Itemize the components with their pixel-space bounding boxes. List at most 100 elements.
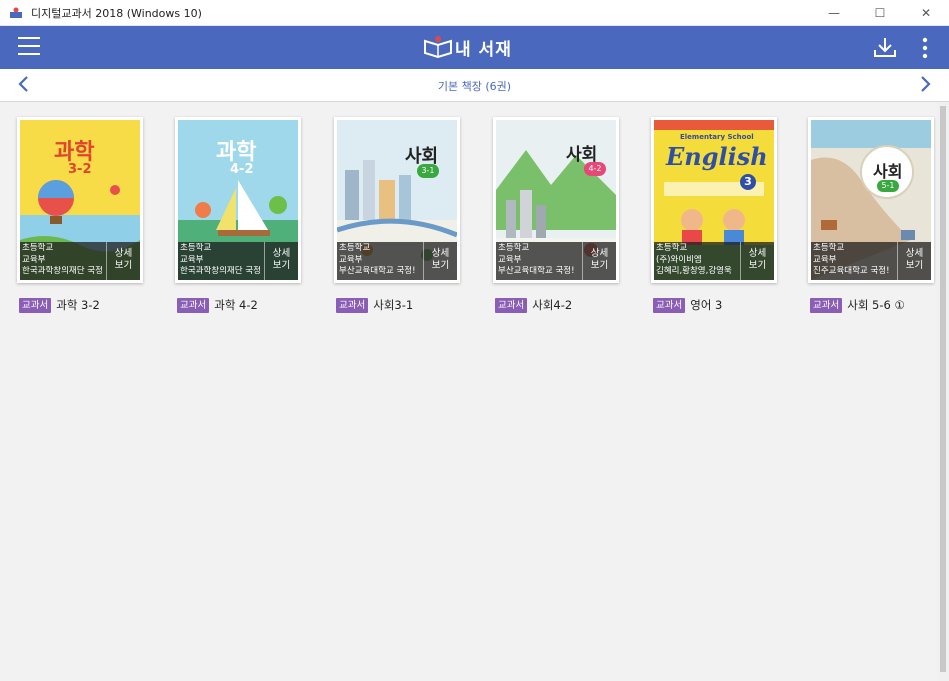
book-author: 부산교육대학교 국정!: [498, 266, 575, 276]
book-name: 사회3-1: [373, 298, 414, 312]
book-author: 진주교육대학교 국정!: [813, 266, 890, 276]
more-vertical-icon[interactable]: [921, 37, 929, 59]
detail-view-button[interactable]: 상세 보기: [740, 242, 774, 280]
book-meta: 초등학교 (주)와이비엠 김혜리,황창영,강영욱: [656, 243, 740, 278]
detail-label-2: 보기: [272, 260, 291, 271]
minimize-button[interactable]: —: [811, 0, 857, 26]
book-label[interactable]: 교과서 영어 3: [651, 297, 781, 313]
detail-label-2: 보기: [431, 260, 450, 271]
book-item[interactable]: 사회 5-1 초등학교 교육부 진주교육대학교 국정! 상세 보기 교과서 사회: [808, 117, 938, 313]
cover-grade: 4-2: [584, 162, 606, 176]
book-author: 한국과학창의재단 국정: [22, 266, 103, 276]
detail-label-1: 상세: [590, 248, 609, 259]
book-cover[interactable]: 사회 3-1 초등학교 교육부 부산교육대학교 국정! 상세 보기: [334, 117, 460, 283]
book-school: 초등학교: [813, 243, 845, 253]
book-item[interactable]: Elementary School English 3 초등학교 (주)와이비엠…: [651, 117, 781, 313]
detail-view-button[interactable]: 상세 보기: [423, 242, 457, 280]
window-controls: — ☐ ✕: [811, 0, 949, 26]
detail-label-1: 상세: [114, 248, 133, 259]
book-school: 초등학교: [656, 243, 688, 253]
book-info-overlay: 초등학교 교육부 한국과학창의재단 국정 상세 보기: [20, 242, 140, 280]
book-school: 초등학교: [498, 243, 530, 253]
book-publisher: (주)와이비엠: [656, 254, 702, 265]
book-school: 초등학교: [22, 243, 54, 253]
textbook-badge: 교과서: [653, 297, 686, 313]
textbook-badge: 교과서: [810, 297, 843, 313]
book-publisher: 교육부: [813, 254, 837, 265]
detail-label-1: 상세: [431, 248, 450, 259]
textbook-badge: 교과서: [177, 297, 210, 313]
app-logo-icon: [10, 7, 22, 18]
detail-label-1: 상세: [272, 248, 291, 259]
book-name: 과학 3-2: [56, 298, 100, 312]
book-cover[interactable]: 사회 5-1 초등학교 교육부 진주교육대학교 국정! 상세 보기: [808, 117, 934, 283]
detail-view-button[interactable]: 상세 보기: [897, 242, 931, 280]
book-meta: 초등학교 교육부 한국과학창의재단 국정: [180, 243, 264, 278]
cover-subtitle: Elementary School: [680, 133, 754, 141]
book-label[interactable]: 교과서 사회3-1: [334, 297, 464, 313]
page-title: 내 서재: [455, 40, 512, 60]
book-info-overlay: 초등학교 교육부 진주교육대학교 국정! 상세 보기: [811, 242, 931, 280]
cover-grade: 4-2: [230, 162, 254, 177]
download-icon[interactable]: [873, 36, 897, 58]
book-label[interactable]: 교과서 사회4-2: [493, 297, 623, 313]
detail-label-2: 보기: [590, 260, 609, 271]
maximize-button[interactable]: ☐: [857, 0, 903, 26]
book-name: 과학 4-2: [214, 298, 258, 312]
book-cover[interactable]: 과학 4-2 초등학교 교육부 한국과학창의재단 국정 상세 보기: [175, 117, 301, 283]
book-label[interactable]: 교과서 사회 5-6 ①: [808, 297, 938, 313]
book-label[interactable]: 교과서 과학 4-2: [175, 297, 305, 313]
book-cover[interactable]: 과학 3-2 초등학교 교육부 한국과학창의재단 국정 상세 보기: [17, 117, 143, 283]
cover-title: 사회: [873, 162, 903, 181]
app-header: 내 서재: [0, 26, 949, 69]
book-author: 부산교육대학교 국정!: [339, 266, 416, 276]
book-name: 사회 5-6 ①: [847, 298, 905, 312]
cover-grade: 5-1: [877, 180, 899, 192]
book-info-overlay: 초등학교 교육부 부산교육대학교 국정! 상세 보기: [337, 242, 457, 280]
book-info-overlay: 초등학교 (주)와이비엠 김혜리,황창영,강영욱 상세 보기: [654, 242, 774, 280]
detail-view-button[interactable]: 상세 보기: [106, 242, 140, 280]
book-publisher: 교육부: [498, 254, 522, 265]
close-button[interactable]: ✕: [903, 0, 949, 26]
book-logo-icon: [424, 36, 452, 59]
shelf-navigation: 기본 책장 (6권): [0, 69, 949, 102]
shelf-title[interactable]: 기본 책장 (6권): [0, 78, 949, 94]
detail-label-2: 보기: [905, 260, 924, 271]
book-publisher: 교육부: [339, 254, 363, 265]
textbook-badge: 교과서: [19, 297, 52, 313]
book-author: 한국과학창의재단 국정: [180, 266, 261, 276]
book-meta: 초등학교 교육부 진주교육대학교 국정!: [813, 243, 897, 278]
textbook-badge: 교과서: [495, 297, 528, 313]
book-label[interactable]: 교과서 과학 3-2: [17, 297, 147, 313]
book-meta: 초등학교 교육부 부산교육대학교 국정!: [339, 243, 423, 278]
cover-grade: 3: [740, 174, 756, 190]
cover-grade: 3-1: [417, 164, 439, 178]
book-meta: 초등학교 교육부 부산교육대학교 국정!: [498, 243, 582, 278]
window-titlebar: 디지털교과서 2018 (Windows 10) — ☐ ✕: [0, 0, 949, 26]
textbook-badge: 교과서: [336, 297, 369, 313]
cover-grade: 3-2: [68, 162, 92, 177]
cover-title: English: [666, 142, 768, 171]
bookshelf: 과학 3-2 초등학교 교육부 한국과학창의재단 국정 상세 보기 교과서 과학: [0, 102, 949, 681]
chevron-right-icon[interactable]: [918, 75, 932, 93]
book-name: 영어 3: [690, 298, 723, 312]
vertical-scrollbar[interactable]: [937, 102, 949, 681]
book-item[interactable]: 과학 3-2 초등학교 교육부 한국과학창의재단 국정 상세 보기 교과서 과학: [17, 117, 147, 313]
detail-view-button[interactable]: 상세 보기: [264, 242, 298, 280]
book-publisher: 교육부: [22, 254, 46, 265]
book-item[interactable]: 사회 3-1 초등학교 교육부 부산교육대학교 국정! 상세 보기 교과서 사회…: [334, 117, 464, 313]
book-item[interactable]: 사회 4-2 초등학교 교육부 부산교육대학교 국정! 상세 보기 교과서 사회…: [493, 117, 623, 313]
hamburger-menu-icon[interactable]: [18, 37, 40, 57]
book-school: 초등학교: [339, 243, 371, 253]
book-item[interactable]: 과학 4-2 초등학교 교육부 한국과학창의재단 국정 상세 보기 교과서 과학: [175, 117, 305, 313]
detail-label-1: 상세: [748, 248, 767, 259]
detail-label-1: 상세: [905, 248, 924, 259]
detail-label-2: 보기: [748, 260, 767, 271]
detail-view-button[interactable]: 상세 보기: [582, 242, 616, 280]
scrollbar-thumb[interactable]: [940, 106, 946, 672]
book-school: 초등학교: [180, 243, 212, 253]
book-cover[interactable]: 사회 4-2 초등학교 교육부 부산교육대학교 국정! 상세 보기: [493, 117, 619, 283]
book-info-overlay: 초등학교 교육부 한국과학창의재단 국정 상세 보기: [178, 242, 298, 280]
book-cover[interactable]: Elementary School English 3 초등학교 (주)와이비엠…: [651, 117, 777, 283]
book-author: 김혜리,황창영,강영욱: [656, 266, 732, 276]
